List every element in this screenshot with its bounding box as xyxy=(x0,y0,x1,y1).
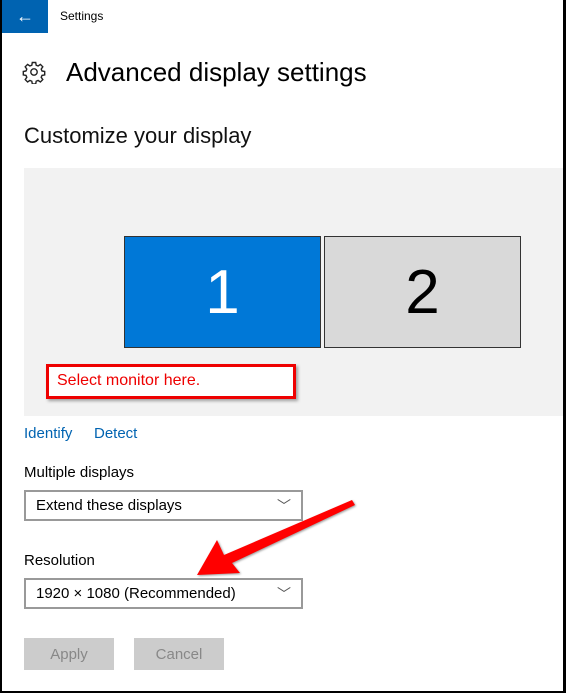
annotation-callout: Select monitor here. xyxy=(46,364,296,399)
monitor-2[interactable]: 2 xyxy=(324,236,521,348)
resolution-label: Resolution xyxy=(24,552,95,569)
arrow-left-icon: ← xyxy=(16,6,34,26)
settings-window: ← Settings Advanced display settings Cus… xyxy=(2,0,563,691)
page-title: Advanced display settings xyxy=(66,57,367,87)
annotation-arrow xyxy=(197,500,355,575)
monitor-arrangement: 1 2 Select monitor here. xyxy=(24,168,563,416)
multiple-displays-label: Multiple displays xyxy=(24,464,135,481)
identify-link[interactable]: Identify xyxy=(24,425,72,442)
dropdown-value: 1920 × 1080 (Recommended) xyxy=(36,585,236,602)
monitor-1[interactable]: 1 xyxy=(124,236,321,348)
resolution-dropdown[interactable]: 1920 × 1080 (Recommended) ﹀ xyxy=(24,578,303,609)
dropdown-value: Extend these displays xyxy=(36,497,182,514)
section-title: Customize your display xyxy=(24,123,252,148)
back-button[interactable]: ← xyxy=(2,0,48,33)
apply-button[interactable]: Apply xyxy=(24,638,114,670)
cancel-button[interactable]: Cancel xyxy=(134,638,224,670)
detect-link[interactable]: Detect xyxy=(94,425,137,442)
gear-icon xyxy=(22,61,46,84)
chevron-down-icon: ﹀ xyxy=(277,586,291,602)
app-title: Settings xyxy=(60,9,104,23)
